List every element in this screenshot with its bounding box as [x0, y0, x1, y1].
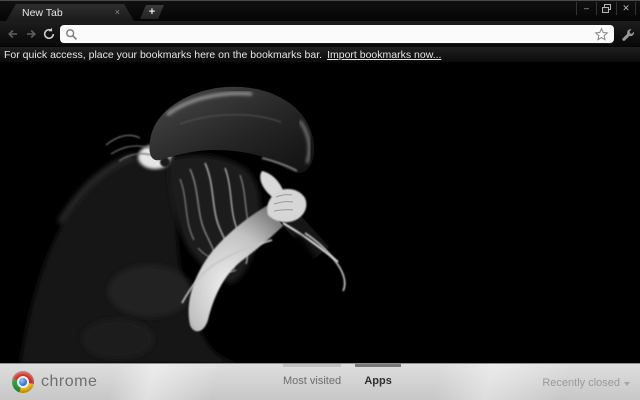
close-button[interactable]: ✕	[616, 2, 636, 15]
import-bookmarks-link[interactable]: Import bookmarks now...	[327, 49, 441, 61]
restore-icon	[602, 4, 611, 13]
singer-theme-image	[0, 63, 640, 363]
settings-menu-button[interactable]	[618, 25, 636, 43]
tab-most-visited[interactable]: Most visited	[283, 364, 341, 387]
navigation-toolbar	[0, 21, 640, 47]
reload-icon	[42, 27, 56, 41]
close-icon: ✕	[622, 4, 630, 13]
window-controls: – ✕	[576, 2, 636, 15]
chrome-logo-core	[17, 376, 29, 388]
forward-arrow-icon	[24, 27, 38, 41]
chrome-logo-icon	[12, 371, 34, 393]
reload-button[interactable]	[40, 25, 58, 43]
chevron-down-icon	[624, 382, 630, 386]
wrench-icon	[620, 27, 635, 42]
restore-button[interactable]	[596, 2, 616, 15]
chrome-brand: chrome	[12, 371, 97, 393]
tab-strip: New Tab × + – ✕	[0, 1, 640, 21]
minimize-icon: –	[584, 4, 589, 13]
new-tab-page-background	[0, 63, 640, 363]
minimize-button[interactable]: –	[576, 2, 596, 15]
tab-title: New Tab	[22, 7, 113, 19]
tab-close-icon[interactable]: ×	[113, 6, 122, 19]
tab-new-tab[interactable]: New Tab ×	[6, 4, 134, 21]
bookmarks-infobar: For quick access, place your bookmarks h…	[0, 47, 640, 63]
brand-wordmark: chrome	[41, 373, 97, 391]
back-button[interactable]	[4, 25, 22, 43]
infobar-message: For quick access, place your bookmarks h…	[4, 49, 322, 61]
ntp-bottom-bar: chrome Most visited Apps Recently closed	[0, 363, 640, 400]
bookmark-star-icon[interactable]	[594, 27, 609, 42]
plus-icon: +	[149, 7, 155, 18]
back-arrow-icon	[6, 27, 20, 41]
omnibox[interactable]	[60, 25, 614, 43]
shirt-fold-shadow	[82, 319, 154, 359]
omnibox-input[interactable]	[78, 26, 594, 42]
forward-button[interactable]	[22, 25, 40, 43]
recently-closed-menu[interactable]: Recently closed	[542, 364, 630, 400]
shirt-fold-highlight	[108, 265, 192, 317]
search-icon	[65, 28, 78, 41]
new-tab-button[interactable]: +	[140, 5, 164, 19]
tab-apps[interactable]: Apps	[355, 364, 401, 387]
browser-window: New Tab × + – ✕	[0, 0, 640, 400]
ntp-section-tabs: Most visited Apps	[283, 364, 401, 387]
